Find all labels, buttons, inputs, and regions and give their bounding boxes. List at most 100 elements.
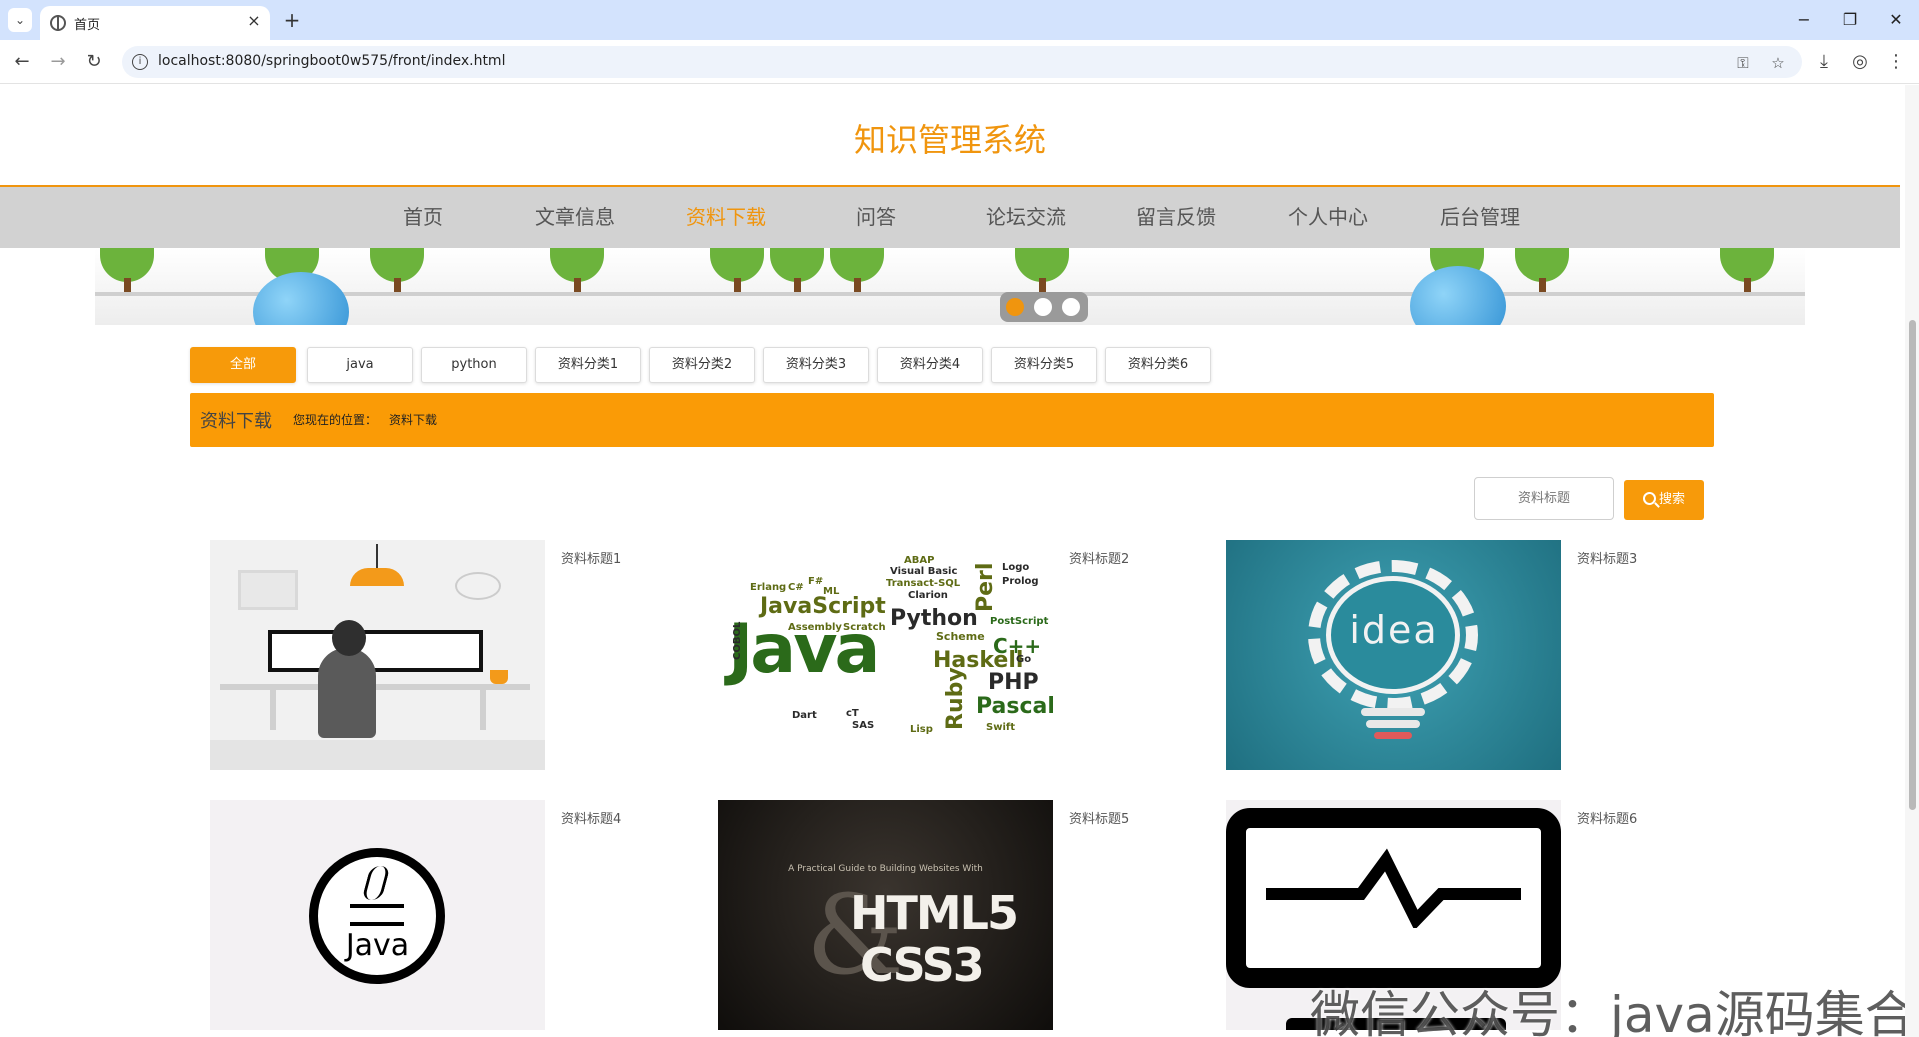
word-cloud-word: COBOL <box>732 621 743 660</box>
lamp-icon <box>350 568 404 586</box>
word-cloud-word: Logo <box>1002 562 1030 573</box>
picture-frame <box>238 570 298 610</box>
carousel-indicators <box>1000 292 1088 322</box>
floor-shape <box>210 740 545 770</box>
lamp-cord <box>376 544 378 568</box>
word-cloud-word: Perl <box>973 562 998 612</box>
tab-title: 首页 <box>74 18 101 33</box>
clock-icon <box>455 572 501 600</box>
browser-tab-bar: ⌄ 首页 × + − ❐ ✕ <box>0 0 1919 40</box>
nav-item-qa[interactable]: 问答 <box>811 201 941 230</box>
watermark-text: 微信公众号：java源码集合 <box>1310 986 1905 1037</box>
category-6[interactable]: 资料分类6 <box>1105 347 1211 383</box>
menu-kebab-icon[interactable]: ⋮ <box>1884 50 1908 74</box>
material-title-6[interactable]: 资料标题6 <box>1577 808 1637 827</box>
search-input[interactable] <box>1474 477 1614 520</box>
material-title-2[interactable]: 资料标题2 <box>1069 548 1129 567</box>
download-icon[interactable]: ⤓ <box>1812 50 1836 74</box>
browser-tab[interactable]: 首页 × <box>40 6 270 40</box>
category-3[interactable]: 资料分类3 <box>763 347 869 383</box>
address-bar[interactable]: i localhost:8080/springboot0w575/front/i… <box>122 46 1802 78</box>
material-thumb-5[interactable]: A Practical Guide to Building Websites W… <box>718 800 1053 1030</box>
nav-item-feedback[interactable]: 留言反馈 <box>1111 201 1241 230</box>
word-cloud-word: Scheme <box>936 630 985 643</box>
nav-item-profile[interactable]: 个人中心 <box>1263 201 1393 230</box>
coffee-cup-icon <box>490 670 508 684</box>
page-scrollbar[interactable] <box>1905 85 1919 1037</box>
word-cloud-word: Python <box>890 606 978 631</box>
scrollbar-thumb[interactable] <box>1909 320 1916 810</box>
word-cloud-word: Lisp <box>910 724 933 735</box>
word-cloud-word: cT <box>846 708 859 719</box>
material-title-5[interactable]: 资料标题5 <box>1069 808 1129 827</box>
search-button-label: 搜索 <box>1658 492 1685 507</box>
new-tab-plus-icon[interactable]: + <box>280 8 304 32</box>
bulb-base <box>1374 732 1412 739</box>
restore-icon[interactable]: ❐ <box>1838 8 1862 32</box>
bookmark-star-icon[interactable]: ☆ <box>1767 52 1789 74</box>
tree-decoration <box>1015 248 1069 292</box>
carousel-dot[interactable] <box>1006 298 1024 316</box>
breadcrumb: 资料下载 您现在的位置： 资料下载 <box>190 393 1714 447</box>
carousel-dot[interactable] <box>1062 298 1080 316</box>
nav-item-downloads[interactable]: 资料下载 <box>661 201 791 230</box>
back-arrow-icon[interactable]: ← <box>10 50 34 74</box>
site-info-icon[interactable]: i <box>132 54 148 70</box>
minimize-icon[interactable]: − <box>1792 8 1816 32</box>
breadcrumb-current[interactable]: 资料下载 <box>389 411 437 428</box>
globe-icon <box>50 15 66 31</box>
bulb-base <box>1366 720 1420 728</box>
material-thumb-2[interactable]: ABAP Visual Basic Transact-SQL Clarion L… <box>718 540 1053 770</box>
category-5[interactable]: 资料分类5 <box>991 347 1097 383</box>
category-python[interactable]: python <box>421 347 527 383</box>
close-tab-icon[interactable]: × <box>245 12 263 30</box>
tree-decoration <box>550 248 604 292</box>
forward-arrow-icon[interactable]: → <box>46 50 70 74</box>
browser-toolbar: ← → ↻ i localhost:8080/springboot0w575/f… <box>0 40 1919 84</box>
word-cloud-word: Swift <box>986 722 1015 733</box>
word-cloud-word: Pascal <box>976 694 1053 719</box>
nav-item-forum[interactable]: 论坛交流 <box>961 201 1091 230</box>
category-filter-bar: 全部 java python 资料分类1 资料分类2 资料分类3 资料分类4 资… <box>190 347 1240 383</box>
nav-item-admin[interactable]: 后台管理 <box>1415 201 1545 230</box>
material-thumb-4[interactable]: Java <box>210 800 545 1030</box>
close-window-icon[interactable]: ✕ <box>1884 8 1908 32</box>
category-2[interactable]: 资料分类2 <box>649 347 755 383</box>
bulb-base <box>1361 708 1425 716</box>
word-cloud-word: Clarion <box>908 590 948 601</box>
blue-mascot <box>1410 266 1506 325</box>
category-all[interactable]: 全部 <box>190 347 296 383</box>
word-cloud-word: ABAP <box>904 555 935 566</box>
material-thumb-3[interactable]: idea <box>1226 540 1561 770</box>
address-url[interactable]: localhost:8080/springboot0w575/front/ind… <box>158 53 505 69</box>
banner-carousel[interactable] <box>95 248 1805 325</box>
nav-item-articles[interactable]: 文章信息 <box>510 201 640 230</box>
search-button[interactable]: 搜索 <box>1624 480 1704 520</box>
material-thumb-1[interactable] <box>210 540 545 770</box>
word-cloud-word: F# <box>808 576 824 587</box>
profile-icon[interactable]: ◎ <box>1848 50 1872 74</box>
tab-search-chevron-icon[interactable]: ⌄ <box>8 8 32 32</box>
word-cloud-word: C# <box>788 582 804 593</box>
carousel-dot[interactable] <box>1034 298 1052 316</box>
password-key-icon[interactable]: ⚿ <box>1732 52 1754 74</box>
reload-icon[interactable]: ↻ <box>82 50 106 74</box>
material-title-4[interactable]: 资料标题4 <box>561 808 621 827</box>
category-java[interactable]: java <box>307 347 413 383</box>
desk-leg <box>270 690 276 730</box>
tree-decoration <box>370 248 424 292</box>
java-cup-icon <box>350 904 404 926</box>
page-viewport: 知识管理系统 首页 文章信息 资料下载 问答 论坛交流 留言反馈 个人中心 后台… <box>0 85 1905 1037</box>
word-cloud-word: Prolog <box>1002 576 1039 587</box>
breadcrumb-label: 您现在的位置： <box>293 413 378 427</box>
tree-decoration <box>1720 248 1774 292</box>
word-cloud-word: Transact-SQL <box>886 578 961 589</box>
desk-leg <box>480 690 486 730</box>
nav-item-home[interactable]: 首页 <box>358 201 488 230</box>
word-cloud-word: Visual Basic <box>890 566 958 577</box>
category-4[interactable]: 资料分类4 <box>877 347 983 383</box>
word-cloud-word: PostScript <box>990 616 1049 627</box>
material-title-3[interactable]: 资料标题3 <box>1577 548 1637 567</box>
category-1[interactable]: 资料分类1 <box>535 347 641 383</box>
material-title-1[interactable]: 资料标题1 <box>561 548 621 567</box>
